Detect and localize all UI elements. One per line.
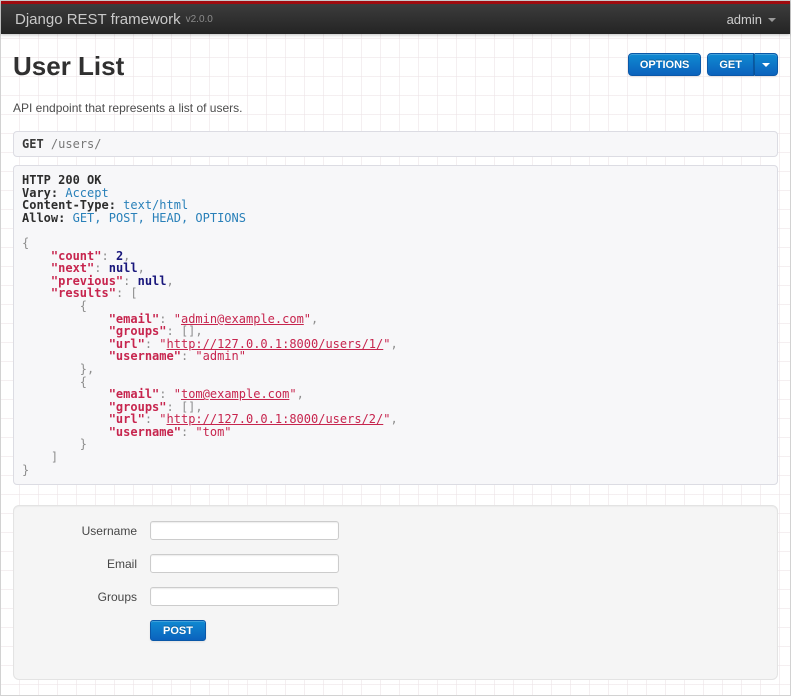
- get-button[interactable]: GET: [707, 53, 754, 76]
- page-description: API endpoint that represents a list of u…: [13, 101, 243, 115]
- header-row: User List OPTIONS GET: [13, 51, 778, 81]
- json-token: ,: [296, 387, 304, 402]
- groups-input[interactable]: [150, 587, 339, 607]
- request-method: GET: [22, 137, 44, 151]
- json-token: "admin": [195, 349, 246, 364]
- post-button[interactable]: POST: [150, 620, 206, 642]
- email-input[interactable]: [150, 554, 339, 574]
- response-body: HTTP 200 OK Vary: Accept Content-Type: t…: [22, 174, 769, 476]
- json-token: :: [180, 424, 196, 439]
- json-token: "username": [108, 424, 181, 439]
- brand: Django REST framework: [15, 10, 181, 28]
- json-token: ": [289, 387, 297, 402]
- json-token: }: [22, 462, 30, 477]
- form-row-email: Email: [14, 554, 777, 574]
- groups-label: Groups: [97, 589, 137, 604]
- form-actions: POST: [150, 620, 777, 642]
- user-menu[interactable]: admin: [727, 12, 776, 27]
- get-button-group: GET: [707, 53, 778, 76]
- navbar: Django REST framework v2.0.0 admin: [1, 1, 790, 34]
- json-token: : [: [115, 286, 138, 301]
- post-form: Username Email Groups POST: [13, 505, 778, 681]
- chevron-down-icon: [762, 62, 770, 67]
- form-row-username: Username: [14, 521, 777, 541]
- email-label: Email: [106, 556, 137, 571]
- content: User List OPTIONS GET API endpoint that …: [1, 51, 790, 681]
- form-row-groups: Groups: [14, 587, 777, 607]
- json-token: ": [303, 311, 312, 326]
- json-token: "username": [108, 349, 181, 364]
- json-token: ": [383, 412, 391, 427]
- request-path: /users/: [50, 137, 102, 151]
- json-token: ,: [390, 336, 398, 351]
- username-label: Username: [81, 523, 137, 538]
- json-token: ": [383, 336, 391, 351]
- response-panel: HTTP 200 OK Vary: Accept Content-Type: t…: [13, 165, 778, 486]
- version-label: v2.0.0: [185, 13, 213, 25]
- page: { "navbar": { "brand": "Django REST fram…: [0, 0, 791, 696]
- json-token: Allow:: [22, 210, 66, 225]
- username-input[interactable]: [150, 521, 339, 541]
- user-menu-label: admin: [726, 11, 762, 27]
- json-token: ,: [166, 273, 174, 288]
- options-button[interactable]: OPTIONS: [627, 53, 702, 76]
- get-dropdown-toggle[interactable]: [754, 53, 778, 76]
- json-token: :: [180, 349, 196, 364]
- page-title: User List: [13, 51, 125, 81]
- json-token: GET, POST, HEAD, OPTIONS: [72, 210, 246, 225]
- request-panel: GET /users/: [13, 131, 778, 157]
- json-token: ,: [311, 311, 319, 326]
- json-token: null: [137, 273, 167, 288]
- json-token: "tom": [195, 424, 232, 439]
- chevron-down-icon: [768, 18, 776, 22]
- json-token: ,: [390, 412, 398, 427]
- action-buttons: OPTIONS GET: [627, 53, 778, 76]
